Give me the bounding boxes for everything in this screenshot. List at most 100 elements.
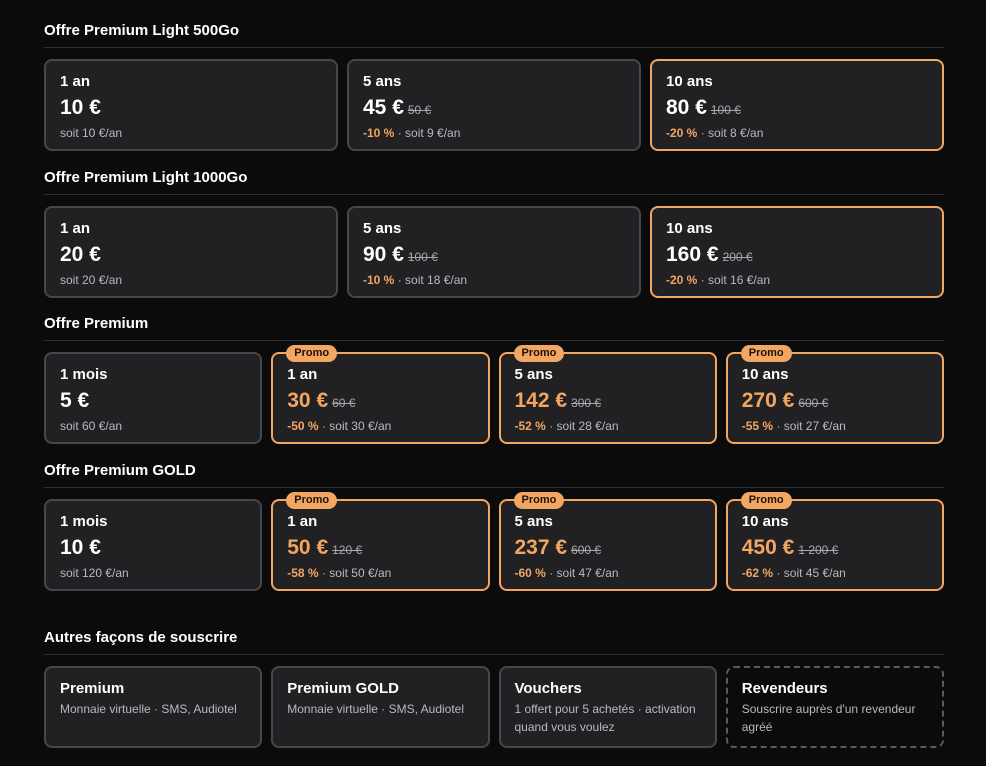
plan-discount: -10 % xyxy=(363,126,395,140)
option-title: Premium GOLD xyxy=(287,680,399,697)
plan-duration: 10 ans xyxy=(666,220,713,237)
plan-price: 10 € xyxy=(60,536,101,559)
offer-section-premium-gold: Offre Premium GOLD 1 mois 10 € soit 120 … xyxy=(44,462,944,591)
offer-section-light-1000: Offre Premium Light 1000Go 1 an 20 € soi… xyxy=(44,169,944,298)
plan-yearly-note: soit 120 €/an xyxy=(60,566,129,580)
plan-duration: 10 ans xyxy=(741,366,789,383)
option-title: Revendeurs xyxy=(741,680,828,697)
option-description: Souscrire auprès d'un revendeur agréé xyxy=(741,702,916,734)
plan-price: 237 € xyxy=(514,536,568,559)
section-title: Offre Premium Light 1000Go xyxy=(44,169,944,195)
plan-yearly-note: · soit 30 €/an xyxy=(318,419,392,433)
promo-badge: Promo xyxy=(513,492,565,509)
plan-price: 50 € xyxy=(287,536,329,559)
promo-badge: Promo xyxy=(286,492,338,509)
plan-yearly-note: · soit 47 €/an xyxy=(545,566,619,580)
plan-discount: -50 % xyxy=(287,419,319,433)
plan-duration: 5 ans xyxy=(514,366,553,383)
plan-card-1-year[interactable]: Promo 1 an 50 €120 € -58 % · soit 50 €/a… xyxy=(271,492,490,591)
plan-price: 450 € xyxy=(741,536,795,559)
plan-yearly-note: · soit 8 €/an xyxy=(697,126,764,140)
option-description: Monnaie virtuelle · SMS, Audiotel xyxy=(287,702,465,716)
plan-yearly-note: · soit 9 €/an xyxy=(394,126,461,140)
plan-card-5-years[interactable]: Promo 5 ans 237 €600 € -60 % · soit 47 €… xyxy=(498,492,717,591)
plan-price: 90 € xyxy=(363,243,404,266)
plan-discount: -60 % xyxy=(514,566,546,580)
plan-old-price: 300 € xyxy=(571,396,602,410)
plan-card-10-years[interactable]: Promo 10 ans 270 €600 € -55 % · soit 27 … xyxy=(725,345,944,444)
plan-price: 80 € xyxy=(666,96,707,119)
plan-card-5-years[interactable]: Promo 5 ans 142 €300 € -52 % · soit 28 €… xyxy=(498,345,717,444)
plan-card-10-years[interactable]: Promo 10 ans 450 €1 200 € -62 % · soit 4… xyxy=(725,492,944,591)
other-option-vouchers[interactable]: Vouchers 1 offert pour 5 achetés · activ… xyxy=(498,666,717,748)
plan-old-price: 100 € xyxy=(710,103,741,117)
plan-duration: 5 ans xyxy=(363,73,402,90)
promo-badge: Promo xyxy=(286,345,338,362)
plan-yearly-note: · soit 50 €/an xyxy=(318,566,392,580)
plan-yearly-note: soit 10 €/an xyxy=(60,126,123,140)
plan-card-1-month[interactable]: 1 mois 5 € soit 60 €/an xyxy=(44,352,263,444)
plan-card-10-years[interactable]: 10 ans 160 €200 € -20 % · soit 16 €/an xyxy=(650,206,944,298)
plan-discount: -20 % xyxy=(666,273,698,287)
plan-discount: -58 % xyxy=(287,566,319,580)
other-option-premium-gold[interactable]: Premium GOLD Monnaie virtuelle · SMS, Au… xyxy=(271,666,490,748)
plan-card-10-years[interactable]: 10 ans 80 €100 € -20 % · soit 8 €/an xyxy=(650,59,944,151)
plan-old-price: 600 € xyxy=(571,543,602,557)
plan-old-price: 120 € xyxy=(332,543,363,557)
plan-old-price: 60 € xyxy=(332,396,356,410)
plan-price: 45 € xyxy=(363,96,404,119)
plan-old-price: 200 € xyxy=(722,250,753,264)
plan-card-1-month[interactable]: 1 mois 10 € soit 120 €/an xyxy=(44,499,263,591)
plan-yearly-note: · soit 45 €/an xyxy=(773,566,846,580)
offer-section-premium: Offre Premium 1 mois 5 € soit 60 €/an Pr… xyxy=(44,315,944,444)
plan-card-5-years[interactable]: 5 ans 45 €50 € -10 % · soit 9 €/an xyxy=(347,59,641,151)
section-title: Autres façons de souscrire xyxy=(44,629,944,655)
promo-badge: Promo xyxy=(740,492,792,509)
plan-yearly-note: soit 20 €/an xyxy=(60,273,123,287)
offer-section-light-500: Offre Premium Light 500Go 1 an 10 € soit… xyxy=(44,22,944,151)
plan-duration: 10 ans xyxy=(666,73,713,90)
plan-price: 20 € xyxy=(60,243,101,266)
plan-duration: 1 an xyxy=(287,366,318,383)
plan-old-price: 100 € xyxy=(407,250,438,264)
plan-price: 5 € xyxy=(60,389,90,412)
plan-card-1-year[interactable]: Promo 1 an 30 €60 € -50 % · soit 30 €/an xyxy=(271,345,490,444)
plan-discount: -20 % xyxy=(666,126,698,140)
plan-duration: 5 ans xyxy=(363,220,402,237)
plan-duration: 1 an xyxy=(287,513,318,530)
plan-price: 30 € xyxy=(287,389,329,412)
other-option-resellers[interactable]: Revendeurs Souscrire auprès d'un revende… xyxy=(725,666,944,748)
section-title: Offre Premium GOLD xyxy=(44,462,944,488)
plan-duration: 10 ans xyxy=(741,513,789,530)
plan-card-5-years[interactable]: 5 ans 90 €100 € -10 % · soit 18 €/an xyxy=(347,206,641,298)
other-option-premium[interactable]: Premium Monnaie virtuelle · SMS, Audiote… xyxy=(44,666,263,748)
plan-discount: -52 % xyxy=(514,419,546,433)
option-title: Vouchers xyxy=(514,680,582,697)
plan-yearly-note: · soit 18 €/an xyxy=(394,273,468,287)
plan-discount: -55 % xyxy=(741,419,774,433)
plan-price: 10 € xyxy=(60,96,101,119)
plan-price: 160 € xyxy=(666,243,719,266)
option-title: Premium xyxy=(60,680,125,697)
plan-yearly-note: soit 60 €/an xyxy=(60,419,123,433)
plan-price: 142 € xyxy=(514,389,568,412)
plan-yearly-note: · soit 27 €/an xyxy=(773,419,846,433)
plan-old-price: 50 € xyxy=(407,103,432,117)
promo-badge: Promo xyxy=(513,345,565,362)
plan-card-1-year[interactable]: 1 an 20 € soit 20 €/an xyxy=(44,206,338,298)
plan-card-1-year[interactable]: 1 an 10 € soit 10 €/an xyxy=(44,59,338,151)
plan-price: 270 € xyxy=(741,389,795,412)
plan-yearly-note: · soit 28 €/an xyxy=(545,419,619,433)
plan-duration: 1 an xyxy=(60,73,91,90)
plan-discount: -62 % xyxy=(741,566,774,580)
plan-old-price: 600 € xyxy=(798,396,829,410)
plan-old-price: 1 200 € xyxy=(798,543,839,557)
promo-badge: Promo xyxy=(740,345,792,362)
plan-duration: 1 an xyxy=(60,220,91,237)
section-title: Offre Premium Light 500Go xyxy=(44,22,944,48)
plan-duration: 1 mois xyxy=(60,513,108,530)
plan-duration: 1 mois xyxy=(60,366,108,383)
option-description: 1 offert pour 5 achetés · activation qua… xyxy=(514,702,696,734)
plan-yearly-note: · soit 16 €/an xyxy=(697,273,771,287)
section-title: Offre Premium xyxy=(44,315,944,341)
